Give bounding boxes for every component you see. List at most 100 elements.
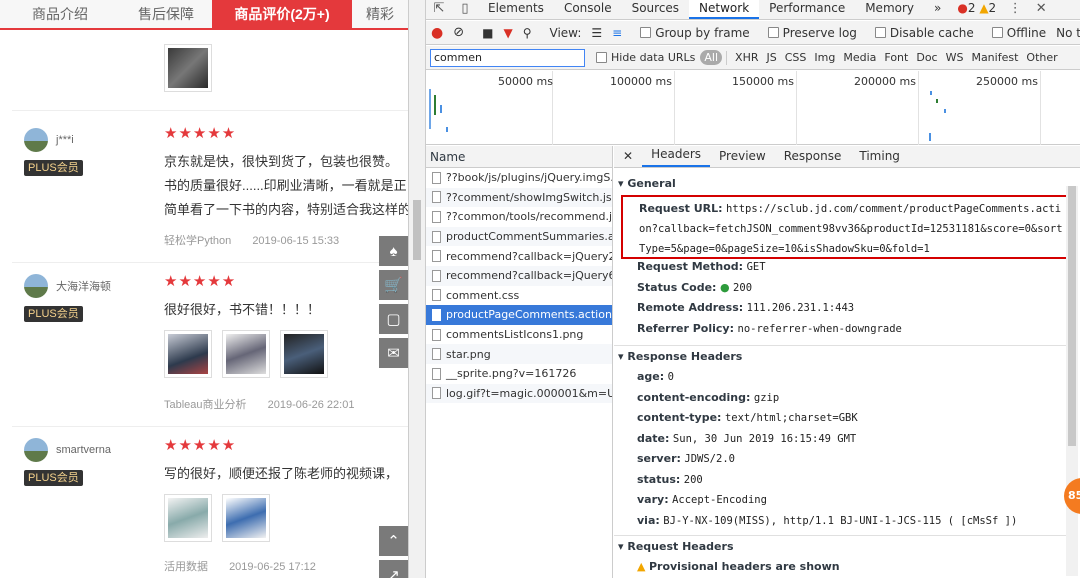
product-page: 商品介绍 售后保障 商品评价(2万+) 精彩 j***i PLUS会员 ★★★★… bbox=[0, 0, 408, 578]
record-icon[interactable]: ● bbox=[426, 25, 448, 41]
username: j***i bbox=[56, 134, 74, 146]
avatar[interactable] bbox=[24, 438, 48, 462]
request-name: comment.css bbox=[446, 288, 520, 302]
screen-icon[interactable]: ▢ bbox=[379, 304, 408, 334]
review-image[interactable] bbox=[222, 330, 270, 378]
inspect-icon[interactable]: ⇱ bbox=[426, 0, 452, 19]
filter-type-other[interactable]: Other bbox=[1022, 51, 1061, 64]
filter-type-manifest[interactable]: Manifest bbox=[967, 51, 1022, 64]
avatar[interactable] bbox=[24, 128, 48, 152]
offline-checkbox[interactable]: Offline bbox=[987, 26, 1051, 40]
filter-input[interactable] bbox=[430, 48, 585, 67]
avatar[interactable] bbox=[24, 274, 48, 298]
header-name: age: bbox=[637, 370, 665, 383]
request-headers-section-header[interactable]: ▾ Request Headers bbox=[614, 535, 1066, 557]
review-user: smartverna bbox=[24, 438, 111, 462]
request-row[interactable]: productCommentSummaries.a... bbox=[426, 226, 612, 247]
preserve-log-checkbox[interactable]: Preserve log bbox=[763, 26, 862, 40]
request-row[interactable]: recommend?callback=jQuery6... bbox=[426, 265, 612, 286]
request-name: log.gif?t=magic.000001&m=U... bbox=[446, 386, 612, 400]
request-row[interactable]: ??book/js/plugins/jQuery.imgS... bbox=[426, 168, 612, 188]
filter-type-js[interactable]: JS bbox=[763, 51, 781, 64]
request-row[interactable]: __sprite.png?v=161726 bbox=[426, 364, 612, 384]
review-image[interactable] bbox=[164, 494, 212, 542]
remote-address-value: 111.206.231.1:443 bbox=[746, 302, 855, 314]
tab-console[interactable]: Console bbox=[554, 0, 622, 19]
more-icon[interactable]: ↗ bbox=[379, 560, 408, 578]
capture-screenshots-icon[interactable]: ■ bbox=[477, 26, 498, 40]
request-row[interactable]: recommend?callback=jQuery2... bbox=[426, 246, 612, 266]
tab-sources[interactable]: Sources bbox=[622, 0, 689, 19]
request-row[interactable]: star.png bbox=[426, 344, 612, 364]
product-tabbar: 商品介绍 售后保障 商品评价(2万+) 精彩 bbox=[0, 0, 408, 30]
issues-counter[interactable]: ●2 ▲2 bbox=[951, 0, 1002, 19]
filter-type-media[interactable]: Media bbox=[839, 51, 880, 64]
waterfall-icon[interactable]: ≡ bbox=[607, 26, 627, 40]
general-section-header[interactable]: ▾ General bbox=[614, 173, 1080, 195]
search-icon[interactable]: ⚲ bbox=[518, 26, 537, 40]
tab-response[interactable]: Response bbox=[775, 146, 851, 167]
review-image[interactable] bbox=[164, 44, 212, 92]
network-overview[interactable]: 50000 ms 100000 ms 150000 ms 200000 ms 2… bbox=[426, 71, 1080, 145]
timeline-bar bbox=[929, 133, 931, 141]
person-icon[interactable]: ♠ bbox=[379, 236, 408, 266]
tab-elements[interactable]: Elements bbox=[478, 0, 554, 19]
page-scrollbar[interactable] bbox=[408, 0, 426, 578]
tab-headers[interactable]: Headers bbox=[642, 144, 711, 167]
device-toggle-icon[interactable]: ▯ bbox=[452, 0, 478, 19]
response-headers-section-header[interactable]: ▾ Response Headers bbox=[614, 345, 1066, 367]
tab-product-intro[interactable]: 商品介绍 bbox=[0, 0, 120, 28]
username: 大海洋海顿 bbox=[56, 281, 111, 293]
filter-type-css[interactable]: CSS bbox=[781, 51, 811, 64]
large-rows-icon[interactable]: ☰ bbox=[586, 26, 607, 40]
review-image[interactable] bbox=[164, 330, 212, 378]
cart-icon[interactable]: 🛒 bbox=[379, 270, 408, 300]
filter-icon[interactable]: ▼ bbox=[498, 26, 517, 40]
product-variant: 轻松学Python bbox=[164, 235, 232, 247]
tab-performance[interactable]: Performance bbox=[759, 0, 855, 19]
group-by-frame-checkbox[interactable]: Group by frame bbox=[635, 26, 754, 40]
throttling-select[interactable]: No thrott bbox=[1051, 26, 1080, 40]
filter-type-ws[interactable]: WS bbox=[942, 51, 968, 64]
request-row[interactable]: commentsListIcons1.png bbox=[426, 325, 612, 345]
filter-type-xhr[interactable]: XHR bbox=[731, 51, 762, 64]
request-row[interactable]: productPageComments.action... bbox=[426, 305, 612, 325]
close-icon[interactable]: ✕ bbox=[1028, 0, 1054, 19]
filter-type-font[interactable]: Font bbox=[880, 51, 912, 64]
review-image[interactable] bbox=[280, 330, 328, 378]
filter-type-img[interactable]: Img bbox=[810, 51, 839, 64]
details-scrollbar[interactable] bbox=[1066, 186, 1078, 576]
tab-reviews[interactable]: 商品评价(2万+) bbox=[212, 0, 352, 28]
scroll-top-icon[interactable]: ⌃ bbox=[379, 526, 408, 556]
clear-icon[interactable]: ⊘ bbox=[448, 25, 469, 40]
filter-type-all[interactable]: All bbox=[700, 50, 723, 65]
chat-icon[interactable]: ✉ bbox=[379, 338, 408, 368]
kebab-menu-icon[interactable]: ⋮ bbox=[1002, 0, 1028, 19]
name-column-header[interactable]: Name bbox=[426, 146, 612, 168]
file-icon bbox=[432, 250, 441, 263]
header-name: date: bbox=[637, 431, 670, 445]
request-row[interactable]: ??comment/showImgSwitch.js,... bbox=[426, 187, 612, 208]
hide-data-urls-checkbox[interactable]: Hide data URLs bbox=[591, 51, 700, 64]
disable-cache-checkbox[interactable]: Disable cache bbox=[870, 26, 979, 40]
request-row[interactable]: log.gif?t=magic.000001&m=U... bbox=[426, 383, 612, 404]
group-by-frame-label: Group by frame bbox=[655, 25, 750, 40]
review-image[interactable] bbox=[222, 494, 270, 542]
tab-timing[interactable]: Timing bbox=[850, 146, 909, 167]
header-value: text/html;charset=GBK bbox=[724, 412, 858, 424]
offline-label: Offline bbox=[1006, 25, 1047, 40]
tab-network[interactable]: Network bbox=[689, 0, 760, 19]
request-row[interactable]: comment.css bbox=[426, 286, 612, 306]
filter-type-doc[interactable]: Doc bbox=[912, 51, 941, 64]
more-tabs-button[interactable]: » bbox=[924, 0, 951, 19]
request-row[interactable]: ??common/tools/recommend.j... bbox=[426, 207, 612, 227]
response-header-row: date: Sun, 30 Jun 2019 16:15:49 GMT bbox=[614, 429, 1066, 450]
request-name: ??common/tools/recommend.j... bbox=[446, 210, 612, 224]
star-rating: ★★★★★ bbox=[164, 437, 237, 454]
tab-memory[interactable]: Memory bbox=[855, 0, 924, 19]
tab-after-sales[interactable]: 售后保障 bbox=[120, 0, 212, 28]
tab-highlights[interactable]: 精彩 bbox=[352, 0, 408, 28]
close-details-icon[interactable]: ✕ bbox=[614, 146, 642, 167]
timeline-bar bbox=[434, 95, 436, 115]
tab-preview[interactable]: Preview bbox=[710, 146, 775, 167]
